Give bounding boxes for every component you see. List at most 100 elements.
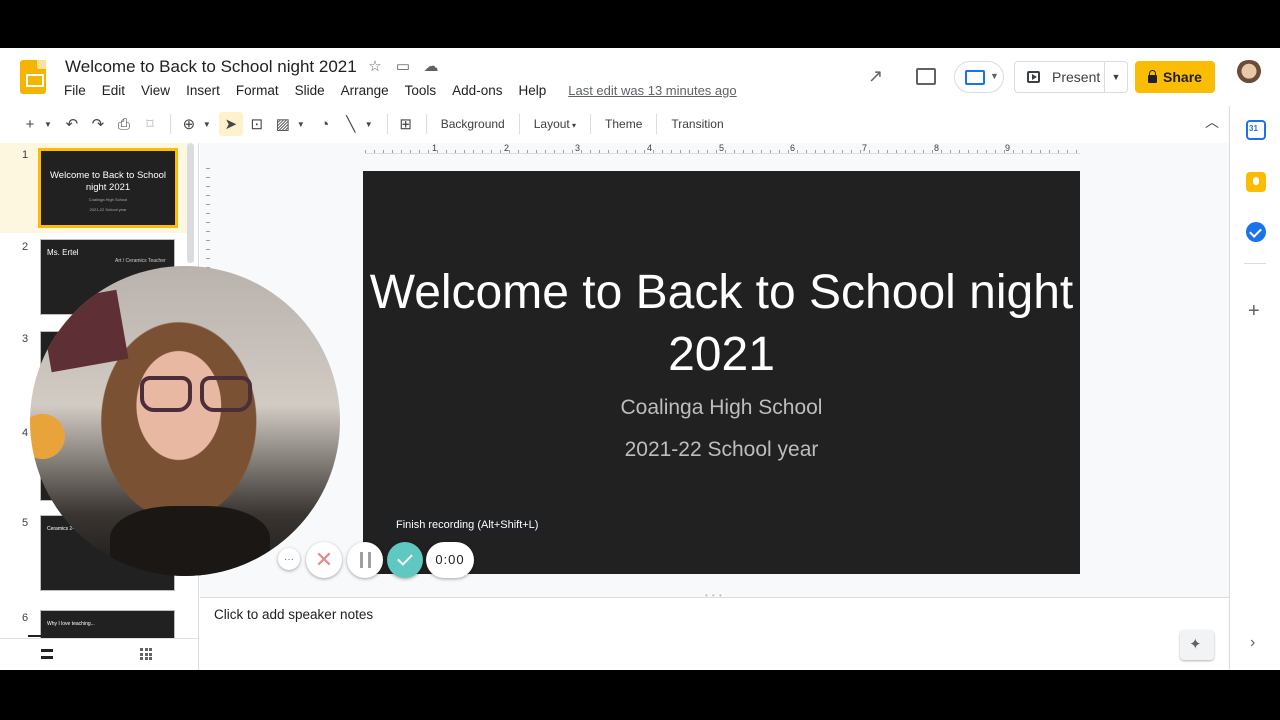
background-button[interactable]: Background	[433, 117, 513, 131]
show-side-panel-chevron-icon[interactable]: ›	[1250, 634, 1255, 652]
more-dots-icon: ···	[284, 553, 294, 565]
slide-number: 5	[22, 517, 29, 529]
undo-icon[interactable]: ↶	[60, 112, 84, 136]
chevron-down-icon: ▼	[990, 71, 999, 81]
activity-dashboard-icon[interactable]: ↗	[868, 66, 890, 88]
finish-recording-button[interactable]	[387, 542, 423, 578]
ruler-tick-label: 8	[934, 143, 940, 153]
thumbnail-title: Ms. Ertel	[47, 248, 79, 257]
slide-subtitle-year[interactable]: 2021-22 School year	[363, 438, 1080, 462]
add-comment-icon[interactable]: ⊞	[394, 112, 418, 136]
ruler-tick-label: 9	[1005, 143, 1011, 153]
present-button[interactable]: Present	[1015, 62, 1105, 92]
side-panel-divider	[1244, 263, 1266, 264]
more-options-button[interactable]: ···	[278, 548, 300, 570]
pause-recording-button[interactable]	[347, 542, 383, 578]
tasks-icon[interactable]	[1246, 222, 1266, 242]
slides-app: Welcome to Back to School night 2021 ☆ ▭…	[0, 48, 1280, 670]
document-title[interactable]: Welcome to Back to School night 2021	[65, 57, 357, 77]
speaker-notes-field[interactable]: Click to add speaker notes	[214, 607, 373, 622]
menu-insert[interactable]: Insert	[178, 82, 228, 100]
current-slide[interactable]: Welcome to Back to School night 2021 Coa…	[363, 171, 1080, 574]
present-label: Present	[1052, 69, 1101, 85]
comment-history-icon[interactable]	[914, 66, 936, 88]
shape-icon[interactable]: ◔	[313, 112, 337, 136]
menubar: File Edit View Insert Format Slide Arran…	[56, 82, 737, 100]
slide-number: 6	[22, 612, 29, 624]
slide-thumbnail-1[interactable]: Welcome to Back to School night 2021 Coa…	[38, 148, 178, 228]
grid-view-icon[interactable]	[140, 648, 152, 660]
redo-icon[interactable]: ↷	[86, 112, 110, 136]
slide-title[interactable]: Welcome to Back to School night 2021	[363, 262, 1080, 386]
notes-resize-handle[interactable]: • • •	[705, 591, 723, 600]
image-chevron-icon[interactable]: ▼	[297, 120, 305, 129]
cloud-status-icon[interactable]: ☁	[422, 58, 440, 76]
last-edit-link[interactable]: Last edit was 13 minutes ago	[568, 82, 736, 100]
get-addons-plus-icon[interactable]: +	[1248, 300, 1260, 323]
toolbar-divider	[590, 114, 592, 134]
share-button[interactable]: Share	[1135, 61, 1215, 93]
theme-button[interactable]: Theme	[597, 117, 650, 131]
move-folder-icon[interactable]: ▭	[394, 58, 412, 76]
slide-number: 3	[22, 333, 29, 345]
star-icon[interactable]: ☆	[366, 58, 384, 76]
filmstrip-scrollbar[interactable]	[187, 143, 194, 263]
calendar-icon[interactable]: 31	[1246, 120, 1266, 140]
transition-button[interactable]: Transition	[663, 117, 731, 131]
toolbar: + ▼ ↶ ↷ ⎙ ⌑ ⊕ ▼ ➤ ⊡ ▨ ▼ ◔ ╲ ▼ ⊞ Backgrou…	[18, 108, 1228, 140]
zoom-chevron-icon[interactable]: ▼	[203, 120, 211, 129]
new-slide-plus-icon[interactable]: +	[18, 112, 42, 136]
toolbar-divider	[169, 114, 171, 134]
slide-subtitle-school[interactable]: Coalinga High School	[363, 396, 1080, 420]
finish-recording-tooltip: Finish recording (Alt+Shift+L)	[387, 515, 548, 535]
filmstrip-footer	[0, 638, 199, 670]
presenter-shirt	[110, 506, 270, 576]
collapse-toolbar-chevron-up-icon[interactable]: ︿	[1205, 112, 1219, 132]
account-avatar[interactable]	[1233, 60, 1265, 92]
menu-tools[interactable]: Tools	[397, 82, 445, 100]
new-slide-chevron-icon[interactable]: ▼	[44, 120, 52, 129]
share-label: Share	[1163, 69, 1202, 85]
layout-button[interactable]: Layout ▾	[526, 117, 584, 131]
select-cursor-icon[interactable]: ➤	[218, 112, 243, 136]
background-painting	[39, 289, 129, 373]
menu-arrange[interactable]: Arrange	[333, 82, 397, 100]
menu-addons[interactable]: Add-ons	[444, 82, 510, 100]
close-icon: ✕	[314, 547, 334, 572]
webcam-video-bubble[interactable]	[30, 266, 340, 576]
filmstrip-view-icon[interactable]	[41, 649, 53, 659]
present-options-chevron-icon[interactable]: ▼	[1105, 72, 1127, 82]
ruler-tick-label: 3	[575, 143, 581, 153]
meet-present-button[interactable]: ▼	[954, 61, 1004, 93]
toolbar-divider	[425, 114, 427, 134]
pause-icon	[359, 552, 371, 568]
image-icon[interactable]: ▨	[271, 112, 295, 136]
toolbar-divider	[518, 114, 520, 134]
menu-file[interactable]: File	[56, 82, 94, 100]
slide-number: 2	[22, 241, 29, 253]
header: Welcome to Back to School night 2021 ☆ ▭…	[0, 48, 1280, 106]
slide-number: 4	[22, 427, 29, 439]
menu-view[interactable]: View	[133, 82, 178, 100]
cancel-recording-button[interactable]: ✕	[306, 542, 342, 578]
print-icon[interactable]: ⎙	[112, 112, 136, 136]
thumbnail-title: Welcome to Back to School night 2021	[50, 170, 166, 193]
line-chevron-icon[interactable]: ▼	[365, 120, 373, 129]
menu-format[interactable]: Format	[228, 82, 287, 100]
line-icon[interactable]: ╲	[339, 112, 363, 136]
menu-slide[interactable]: Slide	[287, 82, 333, 100]
slide-thumbnail-6[interactable]: Why I love teaching...	[40, 610, 175, 638]
zoom-icon[interactable]: ⊕	[177, 112, 201, 136]
text-box-icon[interactable]: ⊡	[245, 112, 269, 136]
menu-help[interactable]: Help	[510, 82, 554, 100]
checkmark-icon	[397, 550, 413, 566]
calendar-date: 31	[1249, 124, 1258, 133]
keep-icon[interactable]	[1246, 172, 1266, 192]
slides-logo-icon[interactable]	[20, 60, 46, 94]
slideshow-icon	[1027, 71, 1040, 83]
explore-button[interactable]	[1180, 630, 1214, 660]
paint-format-icon[interactable]: ⌑	[138, 112, 162, 136]
ruler-tick-label: 4	[647, 143, 653, 153]
view-selection-indicator	[28, 635, 72, 637]
menu-edit[interactable]: Edit	[94, 82, 133, 100]
